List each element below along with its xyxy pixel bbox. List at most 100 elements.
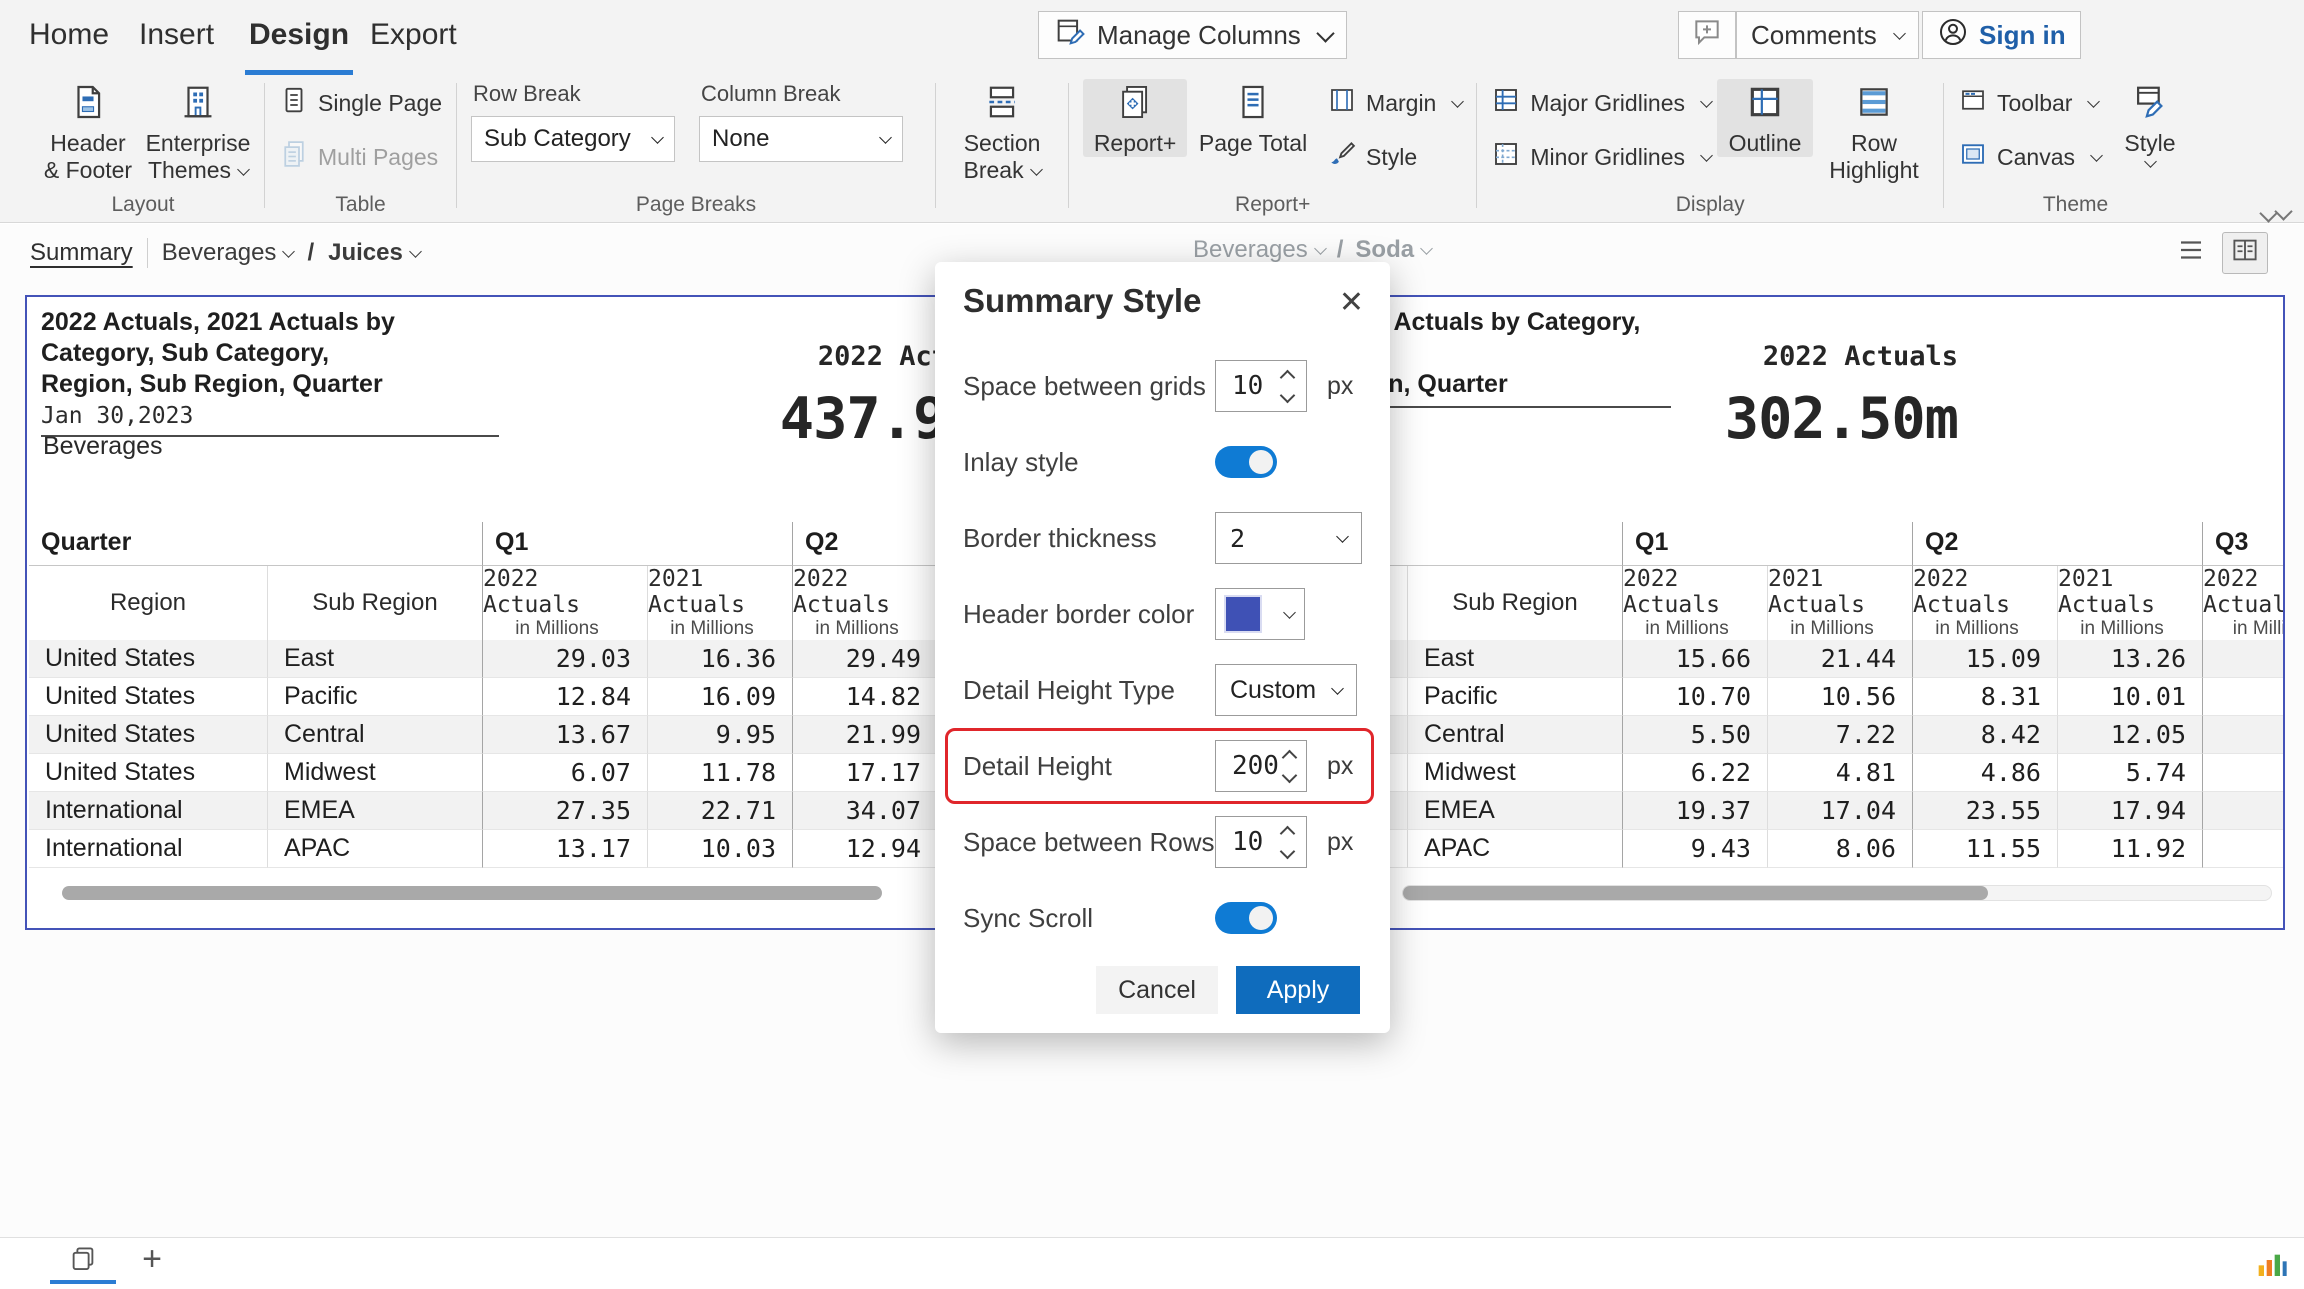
report-plus-button[interactable]: Report+ bbox=[1083, 79, 1187, 157]
border-thickness-select[interactable]: 2 bbox=[1215, 512, 1362, 564]
outline-icon bbox=[1746, 83, 1784, 127]
single-page-button[interactable]: Single Page bbox=[279, 79, 442, 127]
comments-label: Comments bbox=[1751, 20, 1877, 51]
space-between-rows-value: 10 bbox=[1216, 827, 1274, 857]
sync-scroll-toggle[interactable] bbox=[1215, 902, 1277, 934]
horizontal-scrollbar[interactable] bbox=[1402, 885, 2272, 901]
chevron-down-icon bbox=[1331, 682, 1344, 695]
page-tab-active[interactable] bbox=[50, 1242, 116, 1284]
canvas-theme-button[interactable]: Canvas bbox=[1958, 133, 2101, 181]
split-view-button[interactable] bbox=[2222, 232, 2268, 274]
stepper-down-icon[interactable] bbox=[1282, 767, 1298, 783]
ribbon-group-report: Report+ Page Total Margin bbox=[1069, 75, 1476, 222]
detail-height-stepper[interactable]: 200 bbox=[1215, 740, 1307, 792]
section-break-label-1: Section bbox=[964, 130, 1041, 157]
q1-header: Q1 bbox=[1622, 522, 1912, 566]
header-border-color-label: Header border color bbox=[963, 599, 1194, 630]
group-label-report: Report+ bbox=[1083, 193, 1462, 222]
minor-gridlines-button[interactable]: Minor Gridlines bbox=[1491, 133, 1711, 181]
add-comment-button[interactable] bbox=[1678, 11, 1736, 59]
page-bar: + bbox=[0, 1237, 2304, 1289]
tab-design[interactable]: Design bbox=[245, 0, 353, 75]
scrollbar-thumb[interactable] bbox=[1403, 886, 1988, 900]
px-unit-label: px bbox=[1327, 752, 1353, 781]
margin-button[interactable]: Margin bbox=[1327, 79, 1462, 127]
multi-pages-label: Multi Pages bbox=[318, 144, 438, 171]
stepper-down-icon[interactable] bbox=[1279, 843, 1295, 859]
sub-region-column-header: Sub Region bbox=[1407, 566, 1622, 641]
single-page-icon bbox=[279, 85, 309, 121]
grid-title-line2: Region, Sub Region, Quarter bbox=[41, 369, 499, 400]
enterprise-themes-button[interactable]: Enterprise Themes bbox=[146, 79, 250, 184]
header-footer-button[interactable]: Header & Footer bbox=[36, 79, 140, 184]
space-between-rows-stepper[interactable]: 10 bbox=[1215, 816, 1307, 868]
measure-header: 2022 Actualsin Millions bbox=[2202, 566, 2285, 641]
apply-button[interactable]: Apply bbox=[1236, 966, 1360, 1014]
inlay-style-toggle[interactable] bbox=[1215, 446, 1277, 478]
add-page-button[interactable]: + bbox=[132, 1240, 172, 1279]
row-highlight-label-2: Highlight bbox=[1829, 157, 1919, 184]
detail-height-type-select[interactable]: Custom bbox=[1215, 664, 1357, 716]
trail-category[interactable]: Beverages bbox=[162, 239, 294, 267]
major-gridlines-button[interactable]: Major Gridlines bbox=[1491, 79, 1711, 127]
trail-divider bbox=[147, 238, 148, 268]
header-border-color-picker[interactable] bbox=[1215, 588, 1305, 640]
q3-header: Q3 bbox=[2202, 522, 2285, 566]
ribbon-group-display: Major Gridlines Minor Gridlines Outline bbox=[1477, 75, 1943, 222]
column-break-select[interactable]: None bbox=[699, 116, 903, 162]
space-between-grids-value: 10 bbox=[1216, 371, 1274, 401]
comments-button[interactable]: Comments bbox=[1736, 11, 1919, 59]
multi-pages-button[interactable]: Multi Pages bbox=[279, 133, 442, 181]
report-style-button[interactable]: Style bbox=[1327, 133, 1462, 181]
ribbon-collapse-icon[interactable] bbox=[2262, 205, 2290, 223]
kpi-label: 2022 Actuals bbox=[1498, 341, 1958, 372]
stepper-up-icon[interactable] bbox=[1279, 369, 1295, 385]
add-comment-icon bbox=[1691, 16, 1723, 55]
single-page-label: Single Page bbox=[318, 90, 442, 117]
chevron-down-icon bbox=[879, 131, 892, 144]
stepper-down-icon[interactable] bbox=[1279, 387, 1295, 403]
page-total-button[interactable]: Page Total bbox=[1193, 79, 1313, 157]
row-highlight-label-1: Row bbox=[1851, 130, 1897, 157]
stepper-up-icon[interactable] bbox=[1282, 749, 1298, 765]
chevron-down-icon bbox=[2088, 95, 2101, 108]
region-column-header: Region bbox=[29, 566, 267, 641]
outline-button[interactable]: Outline bbox=[1717, 79, 1813, 157]
trail-summary-link[interactable]: Summary bbox=[30, 239, 133, 267]
tab-export[interactable]: Export bbox=[366, 0, 461, 70]
row-highlight-button[interactable]: Row Highlight bbox=[1819, 79, 1929, 184]
space-between-grids-stepper[interactable]: 10 bbox=[1215, 360, 1307, 412]
header-footer-label-2: & Footer bbox=[44, 157, 132, 184]
manage-columns-button[interactable]: Manage Columns bbox=[1038, 11, 1347, 59]
chevron-down-icon bbox=[283, 245, 296, 258]
toolbar-icon bbox=[1958, 85, 1988, 121]
tab-insert[interactable]: Insert bbox=[135, 0, 218, 70]
grid-title-line1: 2022 Actuals, 2021 Actuals by Category, … bbox=[41, 307, 499, 369]
toggle-knob bbox=[1249, 450, 1273, 474]
ribbon-group-table: Single Page Multi Pages Table bbox=[265, 75, 456, 222]
stepper-up-icon[interactable] bbox=[1279, 825, 1295, 841]
major-gridlines-label: Major Gridlines bbox=[1530, 90, 1685, 117]
grid-section-label: Beverages bbox=[43, 432, 163, 461]
report-style-label: Style bbox=[1366, 144, 1417, 171]
toolbar-theme-button[interactable]: Toolbar bbox=[1958, 79, 2101, 127]
chevron-down-icon bbox=[1700, 95, 1713, 108]
ribbon-group-theme: Toolbar Canvas Style Theme bbox=[1944, 75, 2207, 222]
group-label-layout: Layout bbox=[36, 193, 250, 222]
trail-subcategory[interactable]: Juices bbox=[328, 239, 420, 267]
scrollbar-thumb[interactable] bbox=[62, 886, 882, 900]
chevron-down-icon bbox=[2144, 155, 2157, 168]
measure-header: 2021 Actualsin Millions bbox=[1767, 566, 1912, 641]
cancel-button[interactable]: Cancel bbox=[1096, 966, 1218, 1014]
close-icon[interactable]: ✕ bbox=[1339, 288, 1364, 318]
sign-in-button[interactable]: Sign in bbox=[1922, 11, 2081, 59]
space-between-rows-row: Space between Rows 10 px bbox=[963, 804, 1362, 880]
list-view-button[interactable] bbox=[2168, 232, 2214, 274]
tab-home[interactable]: Home bbox=[25, 0, 113, 70]
detail-height-type-value: Custom bbox=[1230, 676, 1316, 705]
row-break-select[interactable]: Sub Category bbox=[471, 116, 675, 162]
theme-style-button[interactable]: Style bbox=[2107, 79, 2193, 170]
section-break-button[interactable]: Section Break bbox=[950, 79, 1054, 184]
trail-dimmed-soda[interactable]: Beverages / Soda bbox=[1193, 236, 1431, 264]
row-break-label: Row Break bbox=[473, 81, 675, 107]
